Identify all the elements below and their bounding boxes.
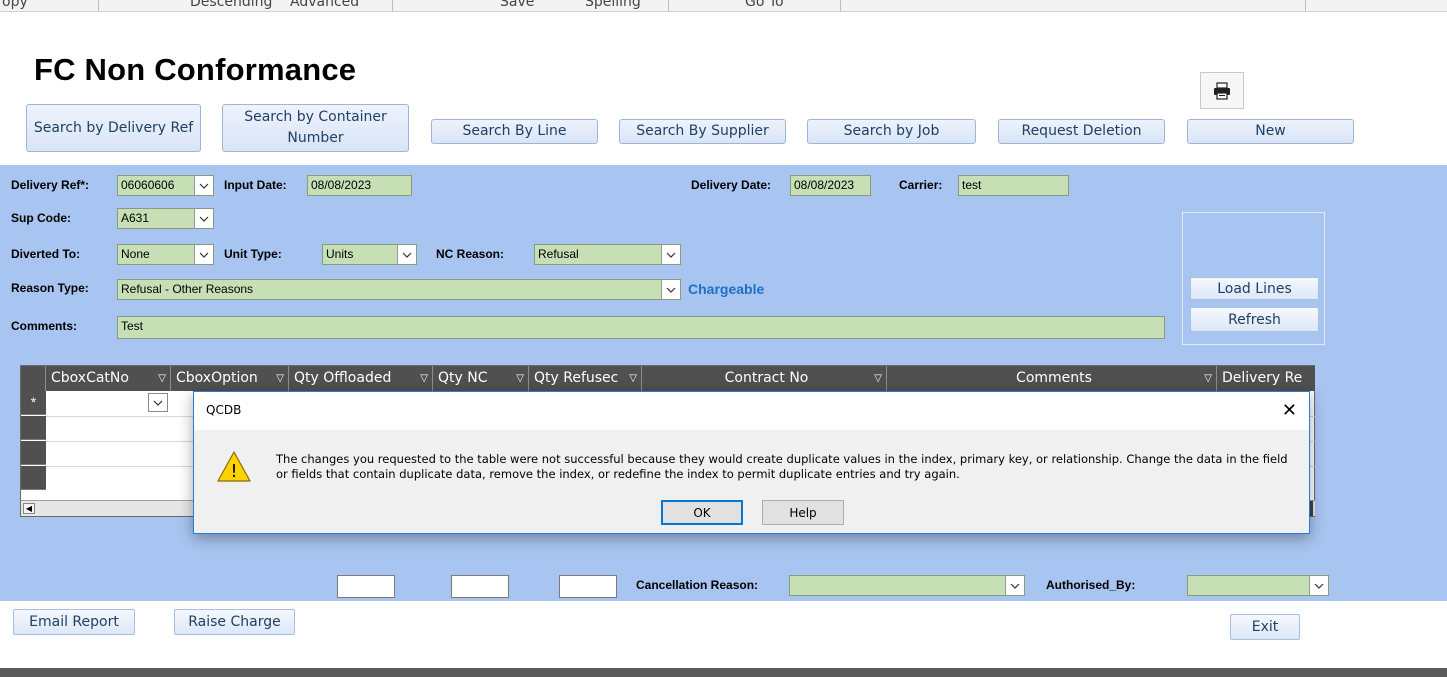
chevron-down-icon[interactable] [194, 209, 213, 228]
search-delivery-ref-button[interactable]: Search by Delivery Ref [26, 104, 201, 152]
sort-arrow-icon: ▽ [874, 373, 882, 384]
ribbon-descending[interactable]: Descending [190, 0, 272, 10]
unit-type-value: Units [326, 247, 354, 261]
diverted-to-label: Diverted To: [11, 247, 81, 261]
warning-icon: ! [217, 451, 251, 482]
sort-arrow-icon: ▽ [276, 373, 284, 384]
column-header[interactable]: Comments ▽ [887, 366, 1217, 391]
column-header[interactable]: Qty Offloaded ▽ [289, 366, 433, 391]
dialog-title-bar[interactable]: QCDB ✕ [194, 392, 1309, 430]
delivery-ref-value: 06060606 [121, 178, 175, 192]
input-date-label: Input Date: [224, 178, 287, 192]
total-box-3[interactable] [559, 575, 617, 598]
row-selector[interactable] [21, 441, 46, 465]
reason-type-combo[interactable]: Refusal - Other Reasons [117, 279, 681, 300]
email-report-button[interactable]: Email Report [13, 609, 135, 635]
close-icon[interactable]: ✕ [1282, 400, 1297, 421]
search-by-supplier-button[interactable]: Search By Supplier [619, 119, 786, 144]
carrier-label: Carrier: [899, 178, 943, 192]
request-deletion-button[interactable]: Request Deletion [998, 119, 1165, 144]
reason-type-label: Reason Type: [11, 281, 89, 295]
cancellation-reason-label: Cancellation Reason: [636, 578, 759, 592]
column-header[interactable]: CboxOption ▽ [171, 366, 289, 391]
diverted-to-value: None [121, 247, 150, 261]
nc-reason-combo[interactable]: Refusal [534, 244, 681, 265]
authorised-by-combo[interactable] [1187, 575, 1329, 596]
row-selector[interactable] [21, 416, 46, 440]
sort-arrow-icon: ▽ [1204, 373, 1212, 384]
chevron-down-icon[interactable] [1005, 576, 1024, 595]
dialog-message: The changes you requested to the table w… [276, 452, 1288, 481]
warning-glyph: ! [230, 461, 237, 482]
ribbon-spelling[interactable]: Spelling [585, 0, 641, 10]
nc-reason-value: Refusal [538, 247, 579, 261]
column-header[interactable]: Delivery Re [1217, 366, 1315, 391]
chevron-down-icon[interactable] [661, 280, 680, 299]
help-button[interactable]: Help [762, 500, 844, 525]
total-box-1[interactable] [337, 575, 395, 598]
page-title: FC Non Conformance [34, 52, 357, 87]
comments-label: Comments: [11, 319, 78, 333]
exit-button[interactable]: Exit [1230, 614, 1300, 640]
chevron-down-icon[interactable] [397, 245, 416, 264]
diverted-to-combo[interactable]: None [117, 244, 214, 265]
sort-arrow-icon: ▽ [516, 373, 524, 384]
chevron-down-icon[interactable] [1309, 576, 1328, 595]
search-container-number-button[interactable]: Search by Container Number [222, 104, 409, 152]
ribbon-advanced[interactable]: Advanced [290, 0, 359, 10]
nc-reason-label: NC Reason: [436, 247, 505, 261]
dialog-title: QCDB [206, 403, 242, 417]
error-dialog[interactable]: QCDB ✕ ! The changes you requested to th… [193, 391, 1310, 534]
load-lines-button[interactable]: Load Lines [1190, 277, 1319, 300]
sup-code-combo[interactable]: A631 [117, 208, 214, 229]
sort-arrow-icon: ▽ [420, 373, 428, 384]
unit-type-label: Unit Type: [224, 247, 282, 261]
unit-type-combo[interactable]: Units [322, 244, 417, 265]
scroll-left-icon[interactable]: ◀ [23, 503, 35, 514]
new-row-selector[interactable]: * [21, 391, 46, 415]
grid-header: CboxCatNo ▽ CboxOption ▽ Qty Offloaded ▽ Qt… [21, 366, 1315, 391]
column-header[interactable]: Qty NC ▽ [433, 366, 529, 391]
total-box-2[interactable] [451, 575, 509, 598]
delivery-date-label: Delivery Date: [691, 178, 772, 192]
ribbon-copy[interactable]: opy [2, 0, 28, 10]
print-button[interactable] [1200, 72, 1244, 109]
reason-type-value: Refusal - Other Reasons [121, 282, 254, 296]
comments-field[interactable]: Test [117, 316, 1165, 339]
search-by-line-button[interactable]: Search By Line [431, 119, 598, 144]
status-bar [0, 668, 1447, 677]
search-by-job-button[interactable]: Search by Job [807, 119, 976, 144]
chevron-down-icon[interactable] [194, 245, 213, 264]
column-header[interactable]: Contract No ▽ [642, 366, 887, 391]
sup-code-value: A631 [121, 211, 150, 225]
ok-button[interactable]: OK [661, 500, 743, 525]
carrier-field[interactable]: test [958, 175, 1069, 196]
ribbon-save[interactable]: Save [500, 0, 534, 10]
chevron-down-icon[interactable] [194, 176, 213, 195]
chargeable-indicator: Chargeable [688, 281, 765, 297]
sort-arrow-icon: ▽ [629, 373, 637, 384]
authorised-by-label: Authorised_By: [1046, 578, 1136, 592]
raise-charge-button[interactable]: Raise Charge [174, 609, 295, 635]
cancellation-reason-combo[interactable] [789, 575, 1025, 596]
select-all-cell[interactable] [21, 366, 46, 391]
new-record-button[interactable]: New [1187, 119, 1354, 144]
row-selector[interactable] [21, 466, 46, 490]
delivery-ref-combo[interactable]: 06060606 [117, 175, 214, 196]
sup-code-label: Sup Code: [11, 211, 71, 225]
delivery-ref-label: Delivery Ref*: [11, 178, 90, 192]
chevron-down-icon[interactable] [661, 245, 680, 264]
ribbon-strip: opy Descending Advanced Save Spelling Go… [0, 0, 1447, 12]
sort-arrow-icon: ▽ [158, 373, 166, 384]
ribbon-goto[interactable]: Go To [745, 0, 784, 10]
printer-icon [1214, 81, 1230, 100]
refresh-button[interactable]: Refresh [1190, 307, 1319, 332]
delivery-date-field[interactable]: 08/08/2023 [790, 175, 871, 196]
chevron-down-icon[interactable] [148, 393, 168, 412]
input-date-field[interactable]: 08/08/2023 [307, 175, 412, 196]
column-header[interactable]: Qty Refusec ▽ [529, 366, 642, 391]
column-header[interactable]: CboxCatNo ▽ [46, 366, 171, 391]
